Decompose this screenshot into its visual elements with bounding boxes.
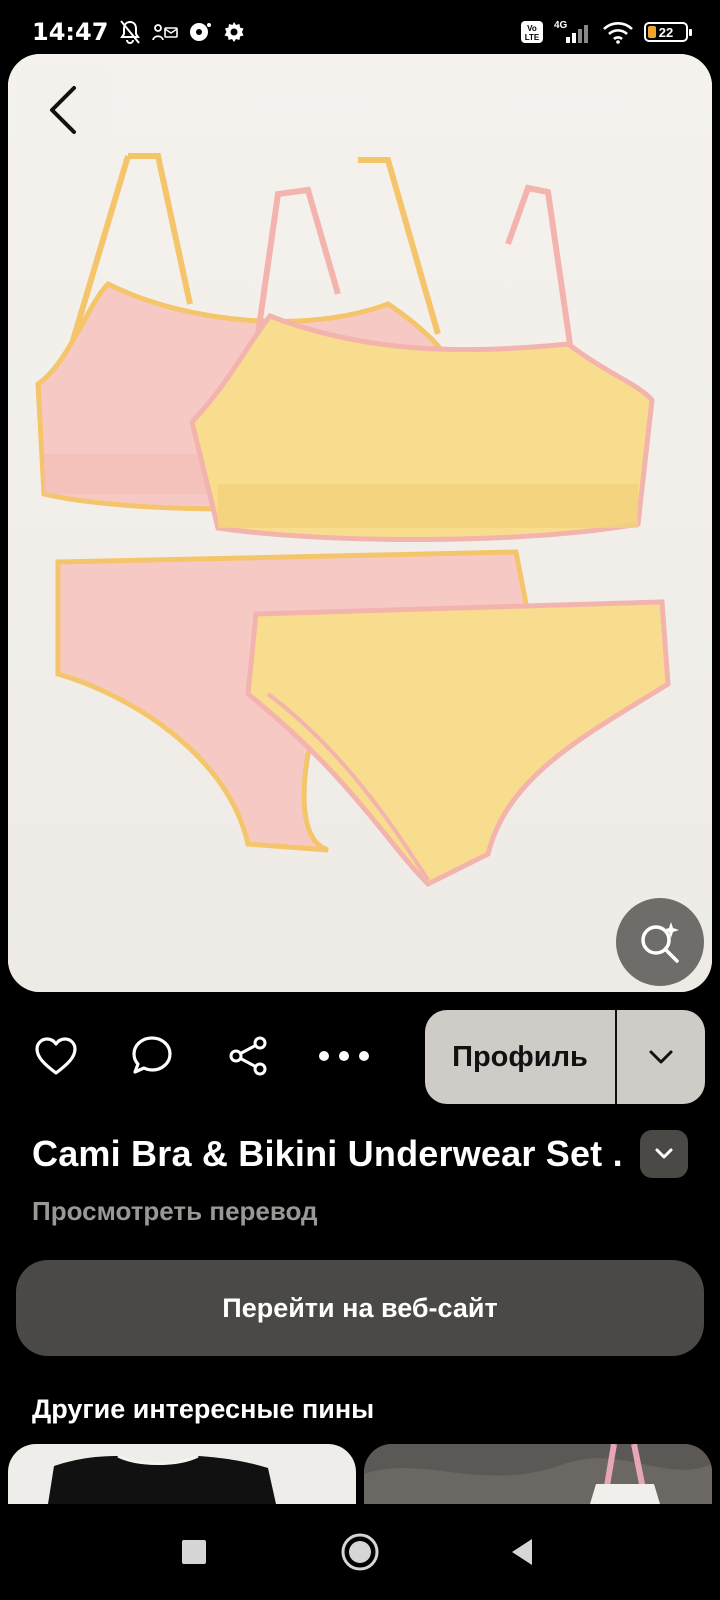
visual-search-icon: [641, 922, 679, 963]
chevron-down-icon: [649, 1050, 673, 1064]
mute-icon: [118, 19, 142, 45]
more-pins-heading: Другие интересные пины: [32, 1394, 375, 1424]
profile-dropdown-button[interactable]: [617, 1010, 705, 1104]
back-nav-button[interactable]: [500, 1530, 544, 1574]
svg-text:Vo: Vo: [527, 24, 537, 33]
home-button[interactable]: [338, 1530, 382, 1574]
share-button[interactable]: [220, 1028, 276, 1084]
pin-title-row: Cami Bra & Bikini Underwear Set ...: [32, 1128, 692, 1180]
more-options-button[interactable]: [316, 1028, 372, 1084]
signal-icon: 4G: [554, 19, 592, 45]
triangle-back-icon: [512, 1539, 532, 1565]
save-heart-button[interactable]: [28, 1028, 84, 1084]
back-button[interactable]: [16, 62, 112, 158]
heart-icon: [35, 1037, 77, 1075]
product-illustration: [8, 54, 712, 992]
more-icon: [319, 1051, 369, 1061]
share-icon: [229, 1036, 267, 1076]
settings-gear-icon: [222, 20, 246, 44]
battery-icon: 22: [644, 22, 692, 42]
status-time: 14:47: [32, 18, 109, 46]
back-arrow-icon: [50, 86, 76, 134]
profile-button[interactable]: Профиль: [425, 1010, 615, 1104]
related-pin-thumbnail[interactable]: [8, 1444, 356, 1504]
comment-icon: [132, 1036, 172, 1074]
square-icon: [182, 1540, 206, 1564]
volte-icon: Vo LTE: [520, 20, 544, 44]
view-translation-link[interactable]: Просмотреть перевод: [32, 1196, 318, 1227]
svg-text:4G: 4G: [554, 20, 568, 31]
circle-icon: [341, 1533, 379, 1571]
comment-button[interactable]: [124, 1028, 180, 1084]
svg-text:LTE: LTE: [525, 33, 540, 42]
pin-image[interactable]: [8, 54, 712, 992]
chevron-down-icon: [655, 1148, 673, 1159]
related-pin-thumbnail[interactable]: [364, 1444, 712, 1504]
notification-icon: [152, 22, 179, 42]
pin-title: Cami Bra & Bikini Underwear Set ...: [32, 1133, 622, 1174]
system-nav-bar: [0, 1504, 720, 1600]
recents-button[interactable]: [172, 1530, 216, 1574]
media-icon: [188, 20, 212, 44]
expand-details-button[interactable]: [640, 1130, 688, 1178]
wifi-icon: [602, 20, 634, 44]
profile-button-group: Профиль: [425, 1010, 705, 1104]
visual-search-button[interactable]: [616, 898, 704, 986]
visit-website-button[interactable]: Перейти на веб-сайт: [16, 1260, 704, 1356]
